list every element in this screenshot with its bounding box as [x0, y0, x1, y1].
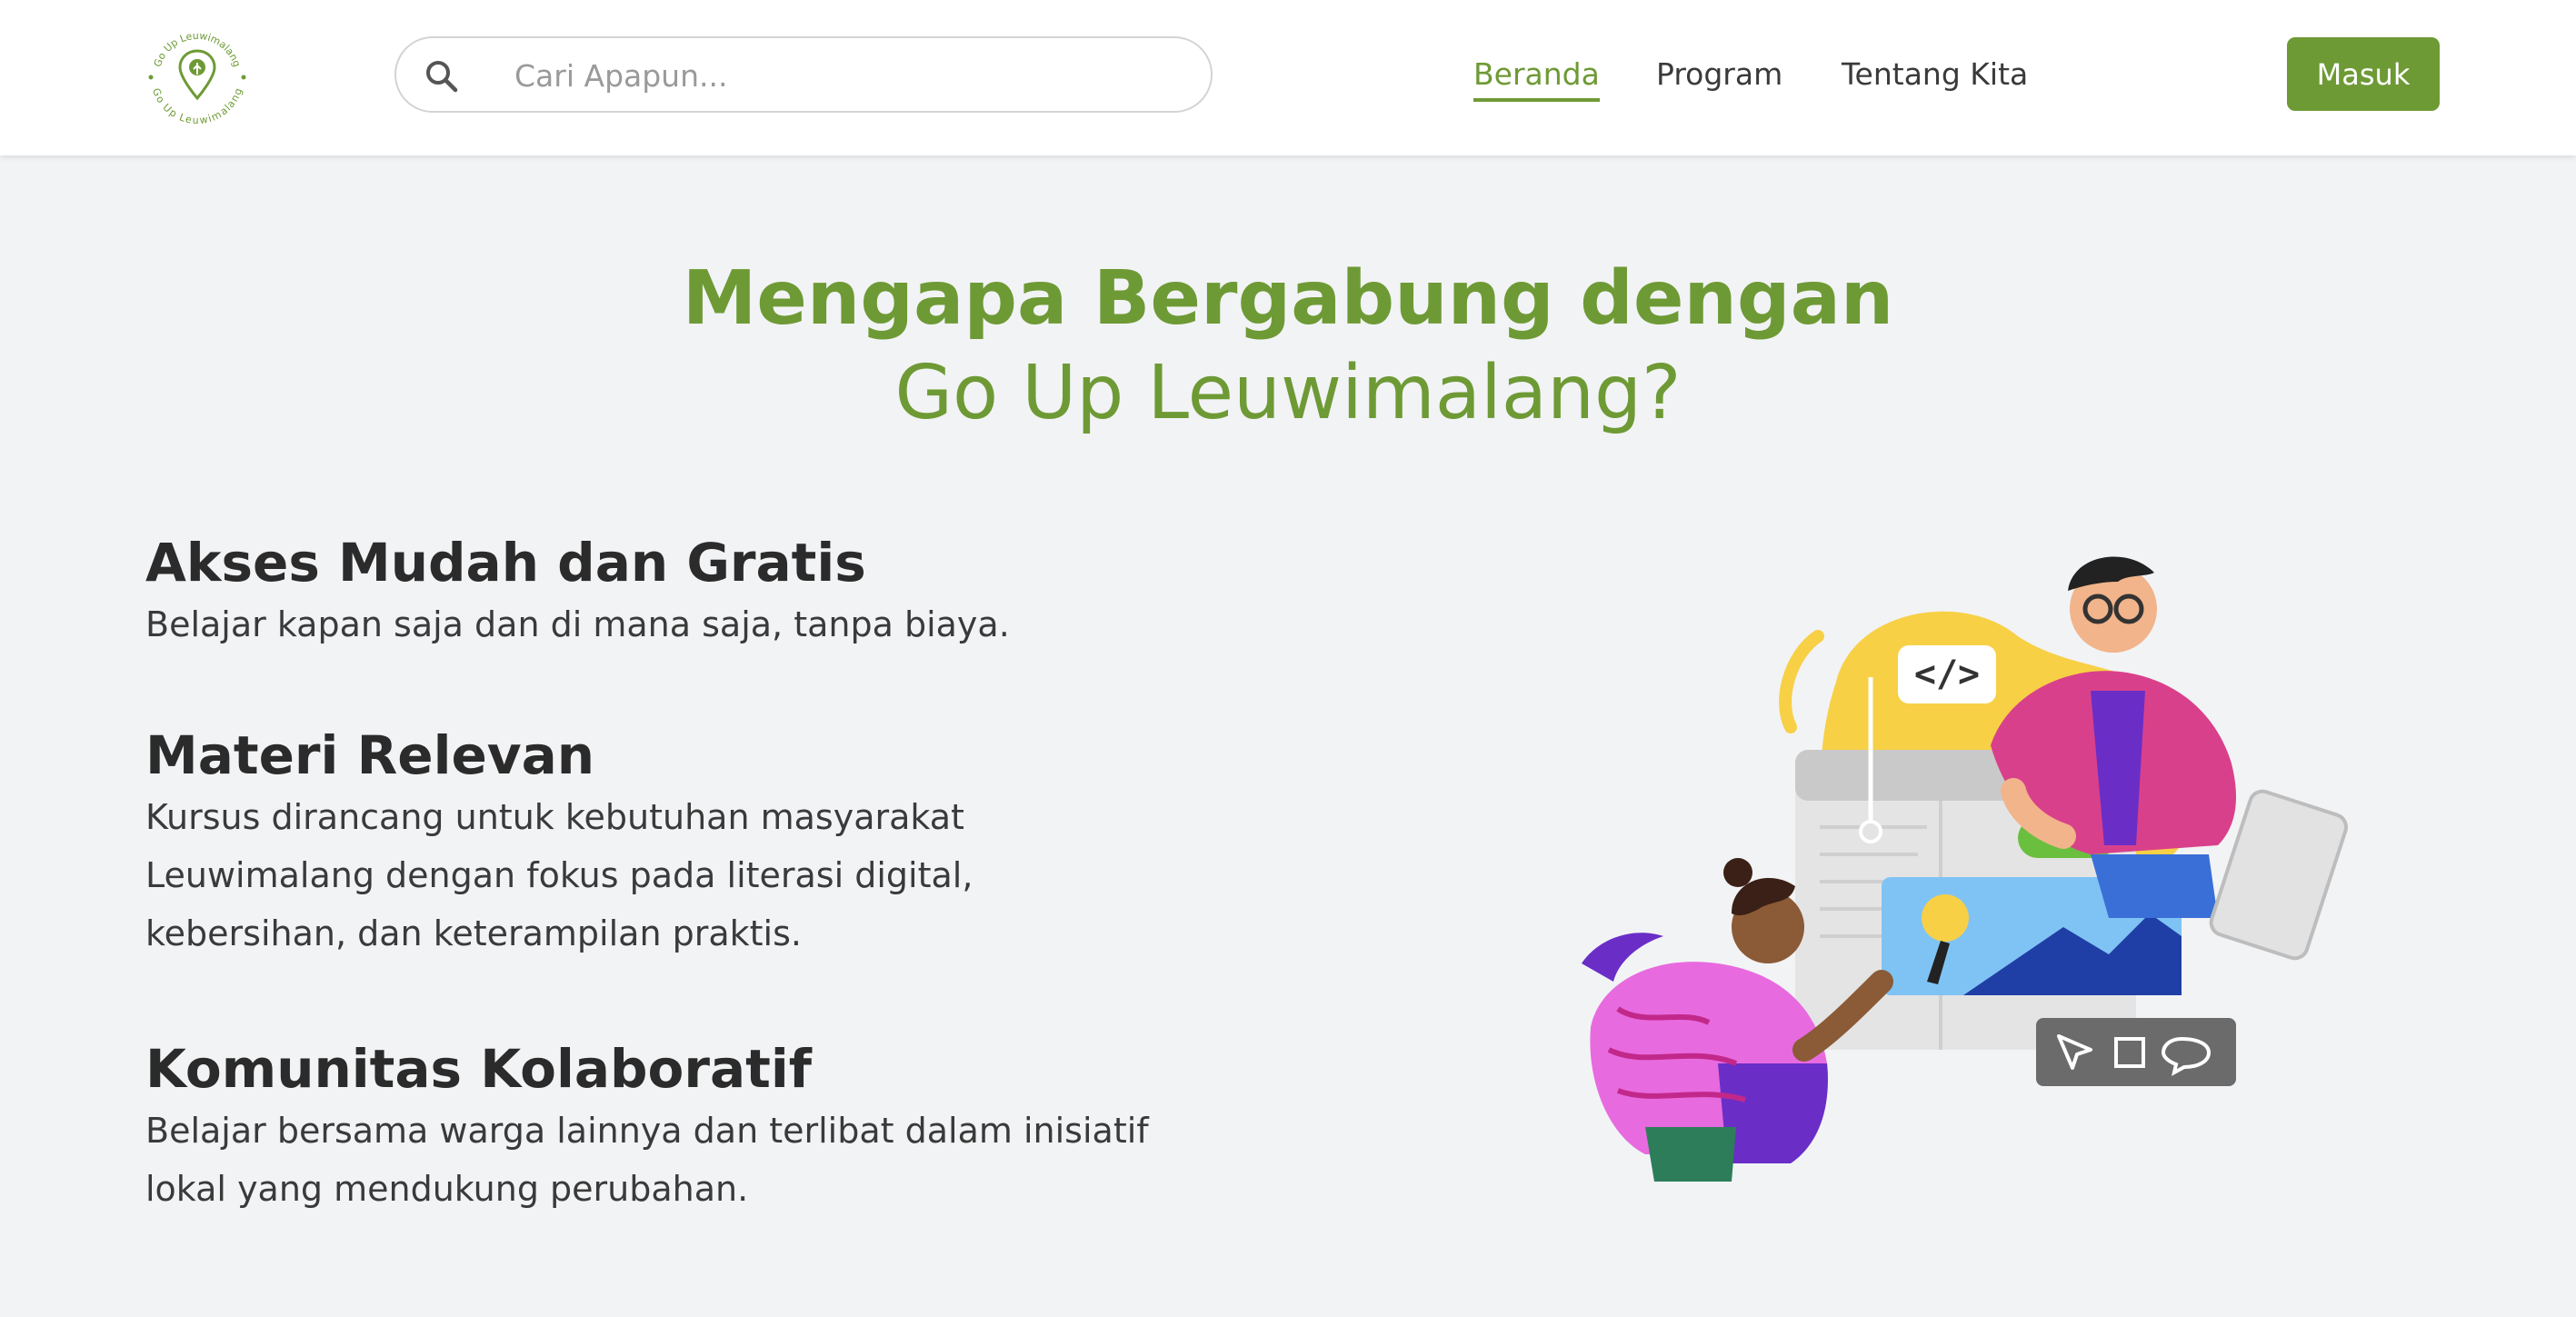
- feature-description-line: lokal yang mendukung perubahan.: [145, 1169, 749, 1209]
- search-bar: [394, 36, 1213, 113]
- feature-description: Belajar kapan saja dan di mana saja, tan…: [145, 595, 1291, 654]
- feature-akses-mudah: Akses Mudah dan Gratis Belajar kapan saj…: [145, 530, 1291, 654]
- feature-description-line: Leuwimalang dengan fokus pada literasi d…: [145, 855, 973, 895]
- code-tag-text: </>: [1914, 654, 1980, 695]
- location-pin-logo-icon: Go Up Leuwimalang Go Up Leuwimalang: [148, 30, 246, 126]
- nav-link-program[interactable]: Program: [1656, 53, 1782, 96]
- hero-title-line1: Mengapa Bergabung dengan: [682, 255, 1894, 342]
- feature-komunitas-kolaboratif: Komunitas Kolaboratif Belajar bersama wa…: [145, 1036, 1291, 1218]
- search-input[interactable]: [514, 49, 1187, 102]
- hero-title-line2: Go Up Leuwimalang?: [894, 350, 1682, 436]
- navbar: Go Up Leuwimalang Go Up Leuwimalang Bera…: [0, 0, 2576, 155]
- feature-description-line: Belajar bersama warga lainnya dan terlib…: [145, 1111, 1149, 1151]
- feature-description: Belajar bersama warga lainnya dan terlib…: [145, 1102, 1291, 1218]
- feature-description-line: Kursus dirancang untuk kebutuhan masyara…: [145, 797, 964, 837]
- brand-logo[interactable]: Go Up Leuwimalang Go Up Leuwimalang: [144, 24, 251, 131]
- feature-title: Komunitas Kolaboratif: [145, 1038, 812, 1100]
- feature-title: Materi Relevan: [145, 724, 595, 786]
- collaboration-illustration: </>: [1582, 556, 2349, 1182]
- login-button[interactable]: Masuk: [2287, 37, 2440, 111]
- search-icon[interactable]: [424, 58, 460, 95]
- feature-description-line: Belajar kapan saja dan di mana saja, tan…: [145, 604, 1010, 644]
- feature-description: Kursus dirancang untuk kebutuhan masyara…: [145, 788, 1291, 963]
- nav-link-beranda[interactable]: Beranda: [1473, 53, 1600, 102]
- feature-materi-relevan: Materi Relevan Kursus dirancang untuk ke…: [145, 723, 1291, 963]
- svg-text:Go Up Leuwimalang: Go Up Leuwimalang: [150, 86, 245, 126]
- feature-description-line: kebersihan, dan keterampilan praktis.: [145, 913, 802, 953]
- feature-title: Akses Mudah dan Gratis: [145, 532, 866, 594]
- nav-link-tentang-kita[interactable]: Tentang Kita: [1842, 53, 2028, 96]
